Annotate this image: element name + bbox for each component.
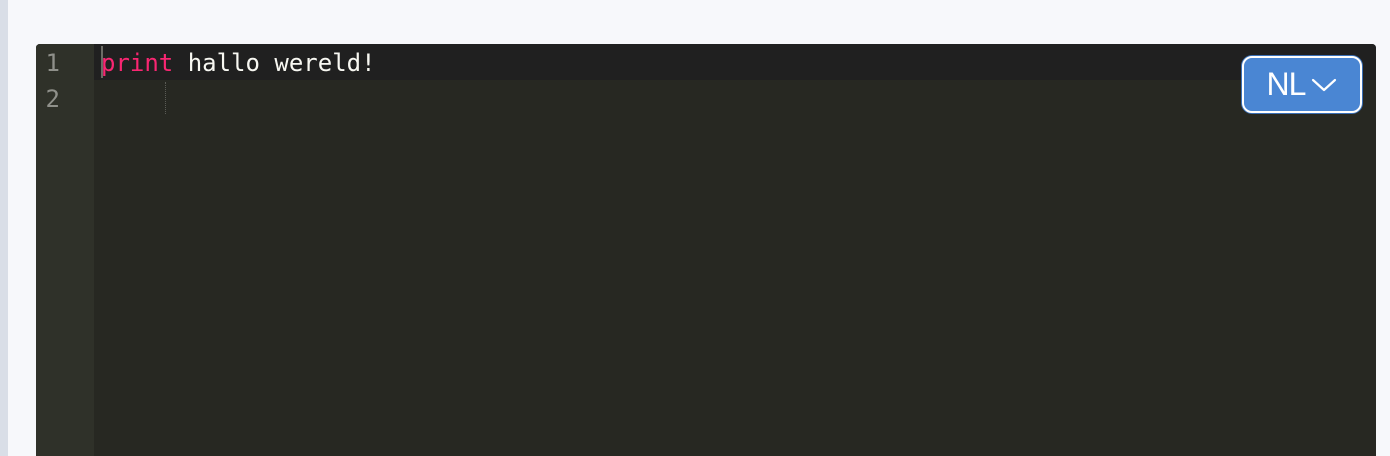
text-cursor xyxy=(101,46,103,78)
left-panel-edge xyxy=(0,0,8,456)
line-number: 1 xyxy=(45,49,60,77)
indent-guide xyxy=(165,82,166,114)
chevron-down-icon xyxy=(1311,77,1337,93)
language-select-button[interactable]: NL xyxy=(1242,56,1362,113)
code-line[interactable]: print hallo wereld! xyxy=(101,45,376,81)
text-token: hallo wereld! xyxy=(173,49,376,77)
keyword-token: print xyxy=(101,49,174,77)
line-number-gutter: 1 2 xyxy=(36,44,94,456)
page: 1 2 print hallo wereld! NL xyxy=(0,0,1390,456)
language-label: NL xyxy=(1266,66,1307,102)
line-number: 2 xyxy=(45,85,60,113)
code-editor[interactable]: 1 2 print hallo wereld! xyxy=(36,44,1376,456)
